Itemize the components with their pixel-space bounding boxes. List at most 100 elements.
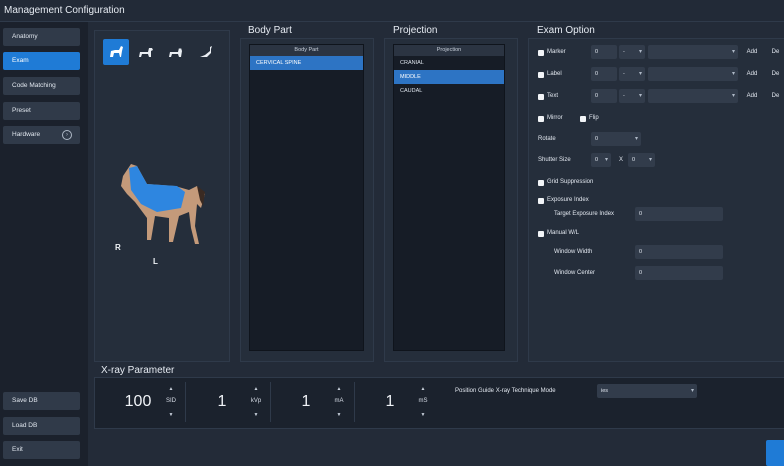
xray-divider (185, 382, 186, 422)
title-bar: Management Configuration (0, 0, 784, 22)
marker-value-field[interactable]: 0 (591, 45, 617, 59)
xray-parameter-title: X-ray Parameter (101, 365, 175, 376)
ms-stepper[interactable]: ▲ mS ▼ (413, 384, 433, 420)
info-circle-icon: › (62, 130, 72, 140)
cat-icon[interactable] (163, 39, 189, 65)
text-label: Text (547, 93, 559, 99)
marker-checkbox[interactable] (538, 50, 544, 56)
window-width-label: Window Width (554, 249, 593, 255)
label-delete-button[interactable]: De (766, 67, 784, 81)
projection-list-header: Projection (394, 45, 504, 56)
exposure-index-checkbox[interactable] (538, 198, 544, 204)
sid-increase-icon[interactable]: ▲ (161, 386, 181, 392)
save-db-button[interactable]: Save DB (3, 392, 80, 410)
target-exposure-field[interactable]: 0 (635, 207, 723, 221)
text-delete-button[interactable]: De (766, 89, 784, 103)
rotate-label: Rotate (538, 136, 556, 142)
body-part-panel: Body Part CERVICAL SPINE (240, 38, 374, 362)
sid-unit: SID (165, 398, 176, 404)
marker-dash-dropdown[interactable]: - (619, 45, 645, 59)
body-part-list: Body Part CERVICAL SPINE (249, 44, 364, 351)
exit-button[interactable]: Exit (3, 441, 80, 459)
text-select[interactable] (648, 89, 738, 103)
text-checkbox[interactable] (538, 94, 544, 100)
shutter-x-label: X (619, 157, 624, 163)
label-add-button[interactable]: Add (741, 67, 763, 81)
window-center-field[interactable]: 0 (635, 266, 723, 280)
label-checkbox[interactable] (538, 72, 544, 78)
ma-unit: mA (334, 398, 344, 404)
sid-decrease-icon[interactable]: ▼ (161, 412, 181, 418)
window-center-label: Window Center (554, 270, 596, 276)
main-content: R L Body Part Body Part CERVICAL SPINE P… (88, 22, 784, 466)
technique-mode-dropdown[interactable]: ies (597, 384, 697, 398)
marker-add-button[interactable]: Add (741, 45, 763, 59)
sidebar: Anatomy Exam Code Matching Preset Hardwa… (0, 22, 88, 466)
species-panel: R L (94, 30, 230, 362)
grid-suppression-checkbox[interactable] (538, 180, 544, 186)
text-dash-dropdown[interactable]: - (619, 89, 645, 103)
ms-increase-icon[interactable]: ▲ (413, 386, 433, 392)
kvp-stepper[interactable]: ▲ kVp ▼ (246, 384, 266, 420)
text-add-button[interactable]: Add (741, 89, 763, 103)
kvp-decrease-icon[interactable]: ▼ (246, 412, 266, 418)
sidebar-item-exam[interactable]: Exam (3, 52, 80, 70)
target-exposure-label: Target Exposure Index (554, 211, 615, 217)
sid-stepper[interactable]: ▲ SID ▼ (161, 384, 181, 420)
shutter-height-field[interactable]: 0 (628, 153, 655, 167)
mirror-checkbox[interactable] (538, 116, 544, 122)
list-item[interactable]: CERVICAL SPINE (250, 56, 363, 70)
marker-select[interactable] (648, 45, 738, 59)
horse-icon[interactable] (103, 39, 129, 65)
list-item[interactable]: MIDDLE (394, 70, 504, 84)
bird-icon[interactable] (193, 39, 219, 65)
ma-increase-icon[interactable]: ▲ (329, 386, 349, 392)
label-label: Label (547, 71, 562, 77)
sidebar-item-code-matching[interactable]: Code Matching (3, 77, 80, 95)
shutter-width-field[interactable]: 0 (591, 153, 611, 167)
load-db-button[interactable]: Load DB (3, 417, 80, 435)
dog-icon[interactable] (133, 39, 159, 65)
xray-parameter-panel: 100 ▲ SID ▼ 1 ▲ kVp ▼ 1 ▲ mA ▼ 1 ▲ mS ▼ … (94, 377, 784, 429)
sidebar-item-hardware[interactable]: Hardware › (3, 126, 80, 144)
projection-list: Projection CRANIAL MIDDLE CAUDAL (393, 44, 505, 351)
ma-decrease-icon[interactable]: ▼ (329, 412, 349, 418)
label-dash-dropdown[interactable]: - (619, 67, 645, 81)
ms-unit: mS (418, 398, 428, 404)
rotate-dropdown[interactable]: 0 (591, 132, 641, 146)
body-part-list-header: Body Part (250, 45, 363, 56)
label-select[interactable] (648, 67, 738, 81)
text-value-field[interactable]: 0 (591, 89, 617, 103)
ms-decrease-icon[interactable]: ▼ (413, 412, 433, 418)
mirror-label: Mirror (547, 115, 563, 121)
horse-preview-image (121, 164, 205, 244)
sidebar-item-label: Hardware (12, 131, 41, 138)
flip-label: Flip (589, 115, 599, 121)
manual-wl-label: Manual W/L (547, 230, 580, 236)
body-part-title: Body Part (248, 25, 292, 36)
xray-divider (270, 382, 271, 422)
label-value-field[interactable]: 0 (591, 67, 617, 81)
manual-wl-checkbox[interactable] (538, 231, 544, 237)
flip-checkbox[interactable] (580, 116, 586, 122)
right-marker-label: R (115, 243, 121, 252)
left-marker-label: L (153, 257, 158, 266)
projection-panel: Projection CRANIAL MIDDLE CAUDAL (384, 38, 518, 362)
sidebar-item-anatomy[interactable]: Anatomy (3, 28, 80, 46)
exposure-index-label: Exposure Index (547, 197, 589, 203)
kvp-unit: kVp (250, 398, 262, 404)
marker-delete-button[interactable]: De (766, 45, 784, 59)
projection-title: Projection (393, 25, 438, 36)
confirm-button[interactable] (766, 440, 784, 466)
list-item[interactable]: CRANIAL (394, 56, 504, 70)
exam-option-panel: Marker 0 - Add De Label 0 - Add De Text … (528, 38, 784, 362)
list-item[interactable]: CAUDAL (394, 84, 504, 98)
ma-stepper[interactable]: ▲ mA ▼ (329, 384, 349, 420)
window-title: Management Configuration (4, 5, 125, 16)
marker-label: Marker (547, 49, 566, 55)
kvp-increase-icon[interactable]: ▲ (246, 386, 266, 392)
window-width-field[interactable]: 0 (635, 245, 723, 259)
sidebar-item-preset[interactable]: Preset (3, 102, 80, 120)
grid-suppression-label: Grid Suppression (547, 179, 594, 185)
xray-divider (354, 382, 355, 422)
